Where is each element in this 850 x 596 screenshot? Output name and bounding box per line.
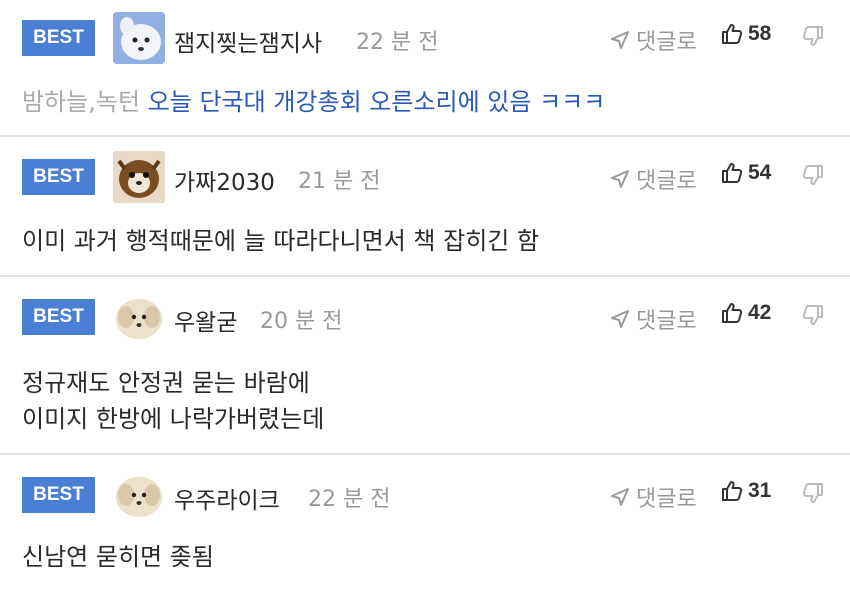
thumbs-down-icon	[802, 483, 823, 503]
reply-button[interactable]: 댓글로	[610, 163, 697, 195]
reply-arrow-icon	[611, 310, 629, 328]
dislike-button[interactable]	[801, 303, 825, 331]
reply-button[interactable]: 댓글로	[610, 24, 697, 56]
nickname[interactable]: 우왈굳	[174, 303, 237, 337]
comment-text: 신남연 묻히면 좆됨	[22, 539, 214, 575]
avatar[interactable]	[116, 299, 162, 339]
nickname[interactable]: 우주라이크	[174, 481, 280, 515]
avatar[interactable]	[116, 477, 162, 517]
nickname[interactable]: 잼지찢는잼지사	[174, 24, 322, 58]
comment-item: BEST 잼지찢는잼지사 22 분 전 댓글로 58 밤하늘,녹턴 오늘 단국대…	[0, 0, 850, 137]
thumbs-up-icon	[722, 481, 743, 501]
comment-line: 오늘 단국대 개강총회 오른소리에 있음 ㅋㅋㅋ	[147, 88, 606, 116]
thumbs-up-icon	[722, 24, 743, 44]
dislike-button[interactable]	[801, 24, 825, 52]
best-badge: BEST	[22, 159, 95, 195]
thumbs-down-icon	[802, 165, 823, 185]
comment-text: 정규재도 안정권 묻는 바람에 이미지 한방에 나락가버렸는데	[22, 365, 324, 437]
like-count: 42	[748, 301, 772, 324]
best-badge: BEST	[22, 477, 95, 513]
avatar[interactable]	[113, 151, 165, 203]
thumbs-down-icon	[802, 26, 823, 46]
reply-arrow-icon	[611, 170, 629, 188]
thumbs-down-icon	[802, 305, 823, 325]
timestamp: 21 분 전	[298, 169, 381, 194]
reply-label: 댓글로	[636, 487, 697, 512]
comment-text: 밤하늘,녹턴 오늘 단국대 개강총회 오른소리에 있음 ㅋㅋㅋ	[22, 84, 605, 120]
like-button[interactable]: 54	[720, 161, 771, 185]
like-count: 31	[748, 479, 772, 502]
comment-line: 이미지 한방에 나락가버렸는데	[22, 405, 325, 433]
best-badge: BEST	[22, 299, 95, 335]
thumbs-up-icon	[722, 163, 743, 183]
timestamp: 20 분 전	[260, 309, 343, 334]
dislike-button[interactable]	[801, 481, 825, 509]
comment-line: 신남연 묻히면 좆됨	[22, 543, 214, 571]
reply-button[interactable]: 댓글로	[610, 303, 697, 335]
comment-line: 정규재도 안정권 묻는 바람에	[22, 369, 310, 397]
reply-label: 댓글로	[636, 30, 697, 55]
reply-button[interactable]: 댓글로	[610, 481, 697, 513]
comment-text: 이미 과거 행적때문에 늘 따라다니면서 책 잡히긴 함	[22, 223, 539, 259]
like-button[interactable]: 58	[720, 22, 771, 46]
reply-label: 댓글로	[636, 169, 697, 194]
avatar[interactable]	[113, 12, 165, 64]
nickname[interactable]: 가짜2030	[174, 163, 275, 197]
timestamp: 22 분 전	[356, 30, 439, 55]
mention[interactable]: 밤하늘,녹턴	[22, 88, 140, 116]
like-button[interactable]: 42	[720, 301, 771, 325]
like-button[interactable]: 31	[720, 479, 771, 503]
best-badge: BEST	[22, 20, 95, 56]
dislike-button[interactable]	[801, 163, 825, 191]
thumbs-up-icon	[722, 303, 743, 323]
like-count: 54	[748, 161, 772, 184]
reply-label: 댓글로	[636, 309, 697, 334]
reply-arrow-icon	[611, 488, 629, 506]
comment-item: BEST 가짜2030 21 분 전 댓글로 54 이미 과거 행적때문에 늘 …	[0, 137, 850, 277]
reply-arrow-icon	[611, 31, 629, 49]
comment-line: 이미 과거 행적때문에 늘 따라다니면서 책 잡히긴 함	[22, 227, 540, 255]
comment-item: BEST 우왈굳 20 분 전 댓글로 42 정규재도 안정권 묻는 바람에 이…	[0, 277, 850, 455]
comment-item: BEST 우주라이크 22 분 전 댓글로 31 신남연 묻히면 좆됨	[0, 455, 850, 596]
timestamp: 22 분 전	[308, 487, 391, 512]
like-count: 58	[748, 22, 772, 45]
